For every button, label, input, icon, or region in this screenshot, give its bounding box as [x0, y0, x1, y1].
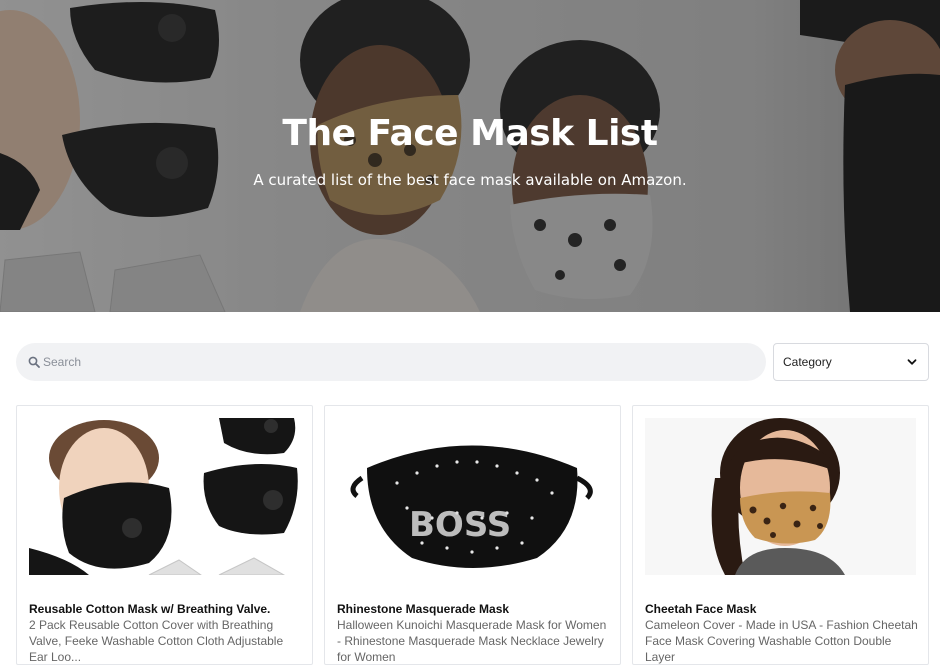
product-description: Cameleon Cover - Made in USA - Fashion C… [645, 618, 918, 664]
svg-text:BOSS: BOSS [409, 505, 511, 545]
product-description: 2 Pack Reusable Cotton Cover with Breath… [29, 618, 284, 664]
product-card[interactable]: Reusable Cotton Mask w/ Breathing Valve.… [16, 405, 313, 665]
product-image[interactable] [645, 418, 916, 575]
category-select[interactable]: Category [773, 343, 929, 381]
product-title[interactable]: Reusable Cotton Mask w/ Breathing Valve. [29, 602, 270, 616]
product-title[interactable]: Rhinestone Masquerade Mask [337, 602, 509, 616]
product-description: Halloween Kunoichi Masquerade Mask for W… [337, 618, 607, 664]
hero-overlay [0, 0, 940, 312]
chevron-down-icon [907, 359, 917, 365]
product-card[interactable]: Cheetah Face Mask Cameleon Cover - Made … [632, 405, 929, 665]
product-card[interactable]: BOSS Rhinestone Masquerade Mask Hallowee… [324, 405, 621, 665]
product-image[interactable]: BOSS [337, 418, 608, 575]
page-subtitle: A curated list of the best face mask ava… [253, 171, 687, 189]
search-icon [28, 356, 40, 368]
filter-bar: Category [16, 343, 929, 381]
hero-banner: The Face Mask List A curated list of the… [0, 0, 940, 312]
product-image[interactable] [29, 418, 300, 575]
product-grid: Reusable Cotton Mask w/ Breathing Valve.… [16, 405, 930, 665]
product-title[interactable]: Cheetah Face Mask [645, 602, 756, 616]
page-title: The Face Mask List [282, 113, 658, 154]
category-select-label: Category [783, 355, 832, 369]
search-input[interactable] [43, 355, 723, 369]
search-box[interactable] [16, 343, 766, 381]
